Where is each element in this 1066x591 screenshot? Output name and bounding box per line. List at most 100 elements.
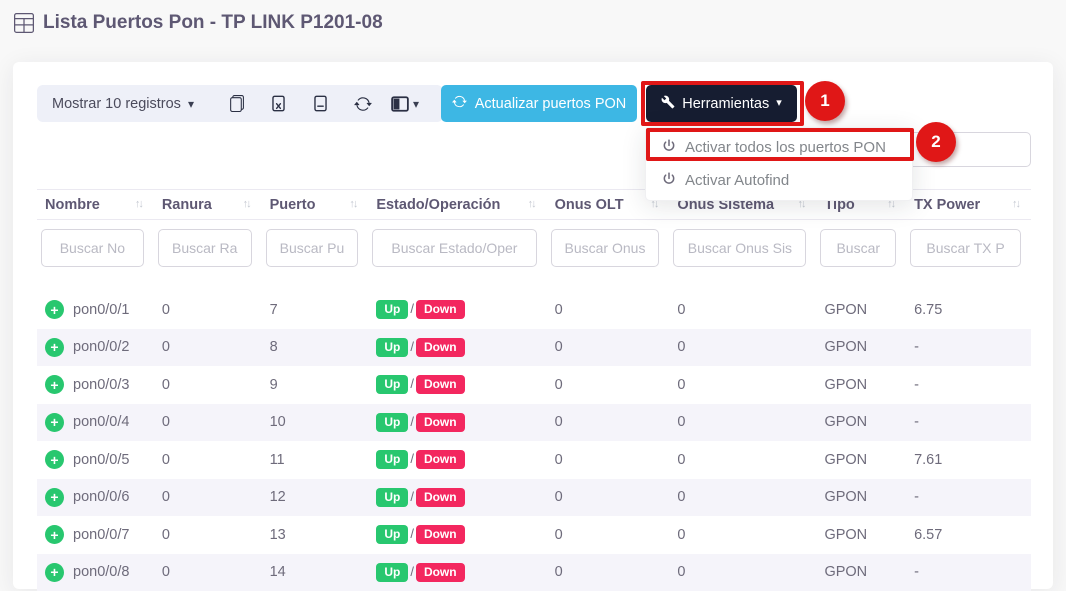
tipo-value: GPON	[816, 329, 906, 367]
expand-row-icon[interactable]: +	[45, 488, 64, 507]
puerto-value: 11	[262, 441, 369, 479]
estado-cell: Up/Down	[368, 441, 546, 479]
status-badge-up: Up	[376, 375, 408, 394]
column-header-label: Ranura	[162, 197, 212, 213]
page-title: Lista Puertos Pon - TP LINK P1201-08	[14, 12, 383, 34]
onus-olt-value: 0	[547, 554, 670, 591]
tx-power-value: -	[906, 366, 1031, 404]
tools-menu-item[interactable]: Activar Autofind	[646, 164, 912, 197]
column-header[interactable]: TX Power ↑↓	[906, 190, 1031, 220]
status-badge-down: Down	[416, 450, 465, 469]
chevron-down-icon: ▾	[413, 98, 419, 110]
tipo-value: GPON	[816, 404, 906, 442]
column-filter-input[interactable]	[673, 229, 806, 267]
sort-icon[interactable]: ↑↓	[528, 198, 535, 210]
column-filter-input[interactable]	[820, 229, 896, 267]
table-row: +pon0/0/3 0 9 Up/Down 0 0 GPON -	[37, 366, 1031, 404]
tx-power-value: 7.61	[906, 441, 1031, 479]
document-icon	[312, 95, 329, 112]
expand-row-icon[interactable]: +	[45, 375, 64, 394]
column-filter-input[interactable]	[551, 229, 660, 267]
port-name: pon0/0/7	[73, 527, 129, 543]
ranura-value: 0	[154, 291, 262, 329]
port-name: pon0/0/4	[73, 414, 129, 430]
ranura-value: 0	[154, 554, 262, 591]
expand-row-icon[interactable]: +	[45, 338, 64, 357]
puerto-value: 9	[262, 366, 369, 404]
onus-sistema-value: 0	[669, 479, 816, 517]
tipo-value: GPON	[816, 441, 906, 479]
puerto-value: 7	[262, 291, 369, 329]
copy-button[interactable]	[216, 85, 258, 122]
column-filter-input[interactable]	[41, 229, 144, 267]
status-separator: /	[410, 376, 414, 391]
status-separator: /	[410, 451, 414, 466]
puerto-value: 8	[262, 329, 369, 367]
status-badge-up: Up	[376, 450, 408, 469]
column-filter-input[interactable]	[910, 229, 1021, 267]
status-badge-up: Up	[376, 488, 408, 507]
update-pon-ports-button[interactable]: Actualizar puertos PON	[441, 85, 637, 122]
tx-power-value: -	[906, 404, 1031, 442]
tipo-value: GPON	[816, 479, 906, 517]
expand-row-icon[interactable]: +	[45, 413, 64, 432]
table-row: +pon0/0/8 0 14 Up/Down 0 0 GPON -	[37, 554, 1031, 591]
column-visibility-button[interactable]: ▾	[384, 85, 426, 122]
expand-row-icon[interactable]: +	[45, 450, 64, 469]
tipo-value: GPON	[816, 554, 906, 591]
column-header[interactable]: Estado/Operación ↑↓	[368, 190, 546, 220]
status-separator: /	[410, 339, 414, 354]
estado-cell: Up/Down	[368, 516, 546, 554]
reload-table-button[interactable]	[342, 85, 384, 122]
onus-olt-value: 0	[547, 441, 670, 479]
port-name: pon0/0/3	[73, 377, 129, 393]
sort-icon[interactable]: ↑↓	[135, 198, 142, 210]
puerto-value: 14	[262, 554, 369, 591]
table-row: +pon0/0/1 0 7 Up/Down 0 0 GPON 6.75	[37, 291, 1031, 329]
refresh-icon	[452, 94, 467, 113]
status-separator: /	[410, 489, 414, 504]
show-entries-select[interactable]: Mostrar 10 registros ▾	[52, 96, 194, 112]
port-name: pon0/0/8	[73, 564, 129, 580]
expand-row-icon[interactable]: +	[45, 300, 64, 319]
estado-cell: Up/Down	[368, 291, 546, 329]
estado-cell: Up/Down	[368, 329, 546, 367]
column-header[interactable]: Ranura ↑↓	[154, 190, 262, 220]
table-row: +pon0/0/6 0 12 Up/Down 0 0 GPON -	[37, 479, 1031, 517]
expand-row-icon[interactable]: +	[45, 563, 64, 582]
export-file-button[interactable]	[300, 85, 342, 122]
expand-row-icon[interactable]: +	[45, 525, 64, 544]
onus-olt-value: 0	[547, 291, 670, 329]
estado-cell: Up/Down	[368, 366, 546, 404]
column-header-label: Nombre	[45, 197, 100, 213]
onus-olt-value: 0	[547, 516, 670, 554]
onus-sistema-value: 0	[669, 291, 816, 329]
puerto-value: 13	[262, 516, 369, 554]
export-excel-button[interactable]	[258, 85, 300, 122]
column-filter-input[interactable]	[266, 229, 359, 267]
sort-icon[interactable]: ↑↓	[1012, 198, 1019, 210]
status-separator: /	[410, 526, 414, 541]
status-badge-up: Up	[376, 525, 408, 544]
status-separator: /	[410, 414, 414, 429]
table-row: +pon0/0/5 0 11 Up/Down 0 0 GPON 7.61	[37, 441, 1031, 479]
column-filter-input[interactable]	[372, 229, 536, 267]
ranura-value: 0	[154, 516, 262, 554]
column-header-label: Onus OLT	[555, 197, 624, 213]
table-filter-row	[37, 220, 1031, 292]
onus-sistema-value: 0	[669, 329, 816, 367]
ports-card: Mostrar 10 registros ▾ ▾ Actualizar puer…	[13, 62, 1053, 589]
sort-icon[interactable]: ↑↓	[349, 198, 356, 210]
column-filter-input[interactable]	[158, 229, 252, 267]
column-header[interactable]: Nombre ↑↓	[37, 190, 154, 220]
chevron-down-icon: ▾	[188, 98, 194, 110]
port-name: pon0/0/2	[73, 339, 129, 355]
column-header-label: Estado/Operación	[376, 197, 500, 213]
tx-power-value: 6.57	[906, 516, 1031, 554]
sort-icon[interactable]: ↑↓	[243, 198, 250, 210]
onus-sistema-value: 0	[669, 366, 816, 404]
puerto-value: 12	[262, 479, 369, 517]
refresh-icon	[354, 95, 372, 113]
column-header[interactable]: Puerto ↑↓	[262, 190, 369, 220]
table-grid-icon	[14, 13, 34, 33]
